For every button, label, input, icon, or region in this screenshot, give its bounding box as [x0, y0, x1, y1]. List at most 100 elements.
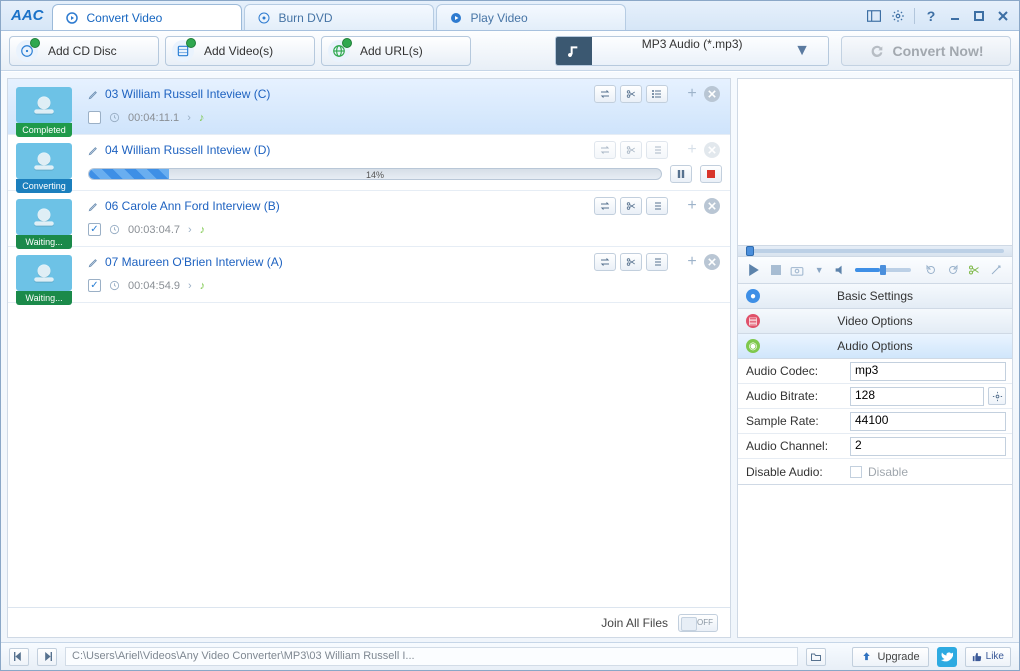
main-body: Completed 03 William Russell Inteview (C… — [1, 71, 1019, 642]
tab-burn-dvd[interactable]: Burn DVD — [244, 4, 434, 30]
wand-icon[interactable] — [988, 261, 1004, 279]
sample-rate-select[interactable]: 44100 — [850, 412, 1006, 431]
thumbnail — [16, 199, 72, 235]
add-urls-button[interactable]: Add URL(s) — [321, 36, 471, 66]
add-cd-button[interactable]: Add CD Disc — [9, 36, 159, 66]
join-files-toggle[interactable]: OFF — [678, 614, 718, 632]
section-label: Video Options — [837, 314, 912, 328]
file-item[interactable]: Completed 03 William Russell Inteview (C… — [8, 79, 730, 135]
pencil-icon[interactable] — [88, 89, 99, 100]
thumb-up-icon — [972, 652, 982, 662]
checkbox[interactable] — [88, 111, 101, 124]
section-video[interactable]: ▤ Video Options — [738, 309, 1012, 334]
maximize-icon[interactable] — [969, 7, 989, 25]
play-icon[interactable] — [746, 261, 762, 279]
audio-channel-select[interactable]: 2 — [850, 437, 1006, 456]
preview-panel: ▼ — [738, 79, 1012, 284]
item-actions: + — [594, 197, 720, 215]
twitter-button[interactable] — [937, 647, 957, 667]
scissors-icon — [620, 141, 642, 159]
rotate-right-icon[interactable] — [945, 261, 961, 279]
audio-codec-label: Audio Codec: — [738, 364, 850, 378]
tab-convert-video[interactable]: Convert Video — [52, 4, 242, 30]
app-window: AAC Convert Video Burn DVD Play Video ? … — [0, 0, 1020, 671]
disable-audio-checkbox[interactable] — [850, 466, 862, 478]
up-arrow-icon — [861, 651, 872, 662]
audio-codec-select[interactable]: mp3 — [850, 362, 1006, 381]
file-item[interactable]: Converting 04 William Russell Inteview (… — [8, 135, 730, 191]
file-item[interactable]: Waiting... 06 Carole Ann Ford Interview … — [8, 191, 730, 247]
pencil-icon[interactable] — [88, 257, 99, 268]
gear-icon[interactable] — [888, 7, 908, 25]
prev-file-button[interactable] — [9, 648, 29, 666]
button-label: Like — [986, 651, 1004, 662]
file-title[interactable]: 04 William Russell Inteview (D) — [105, 143, 270, 157]
audio-bitrate-label: Audio Bitrate: — [738, 389, 850, 403]
settings-accordion: ● Basic Settings ▤ Video Options ◉ Audio… — [738, 284, 1012, 485]
seek-bar[interactable] — [738, 245, 1012, 257]
plus-icon[interactable]: + — [684, 86, 700, 102]
scissors-icon[interactable] — [620, 253, 642, 271]
pause-button[interactable] — [670, 165, 692, 183]
swap-icon[interactable] — [594, 253, 616, 271]
layout-icon[interactable] — [864, 7, 884, 25]
progress-bar[interactable]: 14% — [88, 168, 662, 180]
scissors-icon[interactable] — [620, 85, 642, 103]
convert-now-button[interactable]: Convert Now! — [841, 36, 1011, 66]
pencil-icon[interactable] — [88, 201, 99, 212]
file-item[interactable]: Waiting... 07 Maureen O'Brien Interview … — [8, 247, 730, 303]
status-bar: C:\Users\Ariel\Videos\Any Video Converte… — [1, 642, 1019, 670]
plus-icon[interactable]: + — [684, 198, 700, 214]
chevron-right-icon: › — [187, 112, 191, 124]
upgrade-button[interactable]: Upgrade — [852, 647, 928, 667]
section-audio[interactable]: ◉ Audio Options — [738, 334, 1012, 359]
checkbox[interactable] — [88, 223, 101, 236]
chevron-right-icon: › — [188, 280, 192, 292]
close-icon[interactable] — [993, 7, 1013, 25]
remove-icon[interactable] — [704, 254, 720, 270]
clock-icon — [109, 280, 120, 291]
volume-icon[interactable] — [833, 261, 849, 279]
file-title[interactable]: 07 Maureen O'Brien Interview (A) — [105, 255, 283, 269]
plus-icon[interactable]: + — [684, 254, 700, 270]
list-icon[interactable] — [646, 253, 668, 271]
add-videos-button[interactable]: Add Video(s) — [165, 36, 315, 66]
audio-bitrate-select[interactable]: 128 — [850, 387, 984, 406]
remove-icon[interactable] — [704, 86, 720, 102]
output-path[interactable]: C:\Users\Ariel\Videos\Any Video Converte… — [65, 647, 798, 666]
preview-controls: ▼ — [738, 257, 1012, 283]
rotate-left-icon[interactable] — [923, 261, 939, 279]
clock-icon — [109, 112, 120, 123]
list-icon[interactable] — [646, 85, 668, 103]
meta-row: 00:04:54.9 › ♪ — [88, 279, 722, 292]
pencil-icon[interactable] — [88, 145, 99, 156]
checkbox[interactable] — [88, 279, 101, 292]
plus-icon: + — [684, 142, 700, 158]
file-title[interactable]: 03 William Russell Inteview (C) — [105, 87, 270, 101]
tab-play-video[interactable]: Play Video — [436, 4, 626, 30]
open-folder-button[interactable] — [806, 648, 826, 666]
help-icon[interactable]: ? — [921, 7, 941, 25]
audio-options: Audio Codec: mp3 Audio Bitrate: 128 Samp… — [738, 359, 1012, 485]
stop-icon — [768, 261, 784, 279]
swap-icon[interactable] — [594, 85, 616, 103]
scissors-icon[interactable] — [966, 261, 982, 279]
minimize-icon[interactable] — [945, 7, 965, 25]
section-basic[interactable]: ● Basic Settings — [738, 284, 1012, 309]
volume-slider[interactable] — [855, 268, 911, 272]
disable-audio-label: Disable Audio: — [738, 465, 850, 479]
facebook-like-button[interactable]: Like — [965, 647, 1011, 667]
gear-icon[interactable] — [988, 387, 1006, 405]
list-icon[interactable] — [646, 197, 668, 215]
tab-label: Burn DVD — [279, 11, 333, 25]
stop-button[interactable] — [700, 165, 722, 183]
remove-icon[interactable] — [704, 198, 720, 214]
item-actions: + — [594, 85, 720, 103]
music-icon: ♪ — [200, 280, 206, 292]
swap-icon[interactable] — [594, 197, 616, 215]
file-title[interactable]: 06 Carole Ann Ford Interview (B) — [105, 199, 280, 213]
chevron-down-icon[interactable]: ▼ — [811, 261, 827, 279]
output-format-select[interactable]: MP3 Audio (*.mp3) ▼ — [555, 36, 829, 66]
scissors-icon[interactable] — [620, 197, 642, 215]
next-file-button[interactable] — [37, 648, 57, 666]
